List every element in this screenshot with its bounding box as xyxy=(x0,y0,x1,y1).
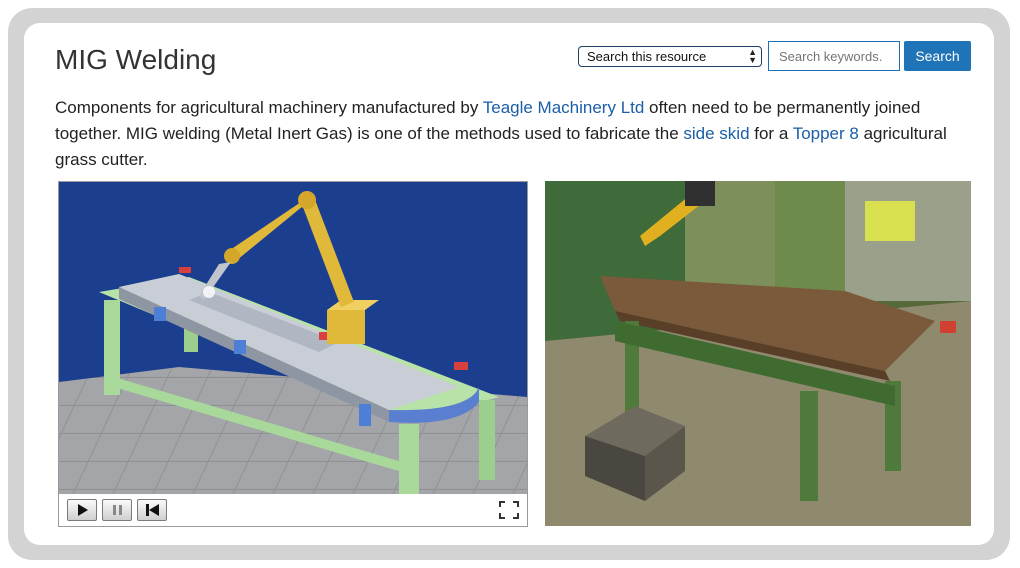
side-skid-link[interactable]: side skid xyxy=(683,124,749,143)
intro-text-3: for a xyxy=(749,124,793,143)
pause-icon xyxy=(113,505,122,515)
search-scope-select[interactable]: Search this resource ▲ ▼ xyxy=(578,46,762,67)
page-title: MIG Welding xyxy=(55,44,217,75)
fullscreen-button[interactable] xyxy=(497,499,521,521)
updown-arrows-icon: ▲ ▼ xyxy=(748,47,757,65)
search-scope-label: Search this resource xyxy=(587,49,707,64)
play-button[interactable] xyxy=(67,499,97,521)
intro-text-1: Components for agricultural machinery ma… xyxy=(55,98,483,117)
workshop-photo xyxy=(545,181,971,526)
teagle-machinery-link[interactable]: Teagle Machinery Ltd xyxy=(483,98,645,117)
skip-back-icon xyxy=(146,504,159,516)
fullscreen-icon xyxy=(499,501,519,519)
rewind-button[interactable] xyxy=(137,499,167,521)
robot-welding-animation[interactable] xyxy=(59,182,527,494)
play-icon xyxy=(78,504,88,516)
search-button[interactable]: Search xyxy=(904,41,971,71)
welding-animation-player xyxy=(58,181,528,527)
pause-button[interactable] xyxy=(102,499,132,521)
topper-8-link[interactable]: Topper 8 xyxy=(793,124,859,143)
search-input[interactable] xyxy=(768,41,900,71)
intro-paragraph: Components for agricultural machinery ma… xyxy=(55,95,975,173)
animation-controls xyxy=(59,494,527,526)
